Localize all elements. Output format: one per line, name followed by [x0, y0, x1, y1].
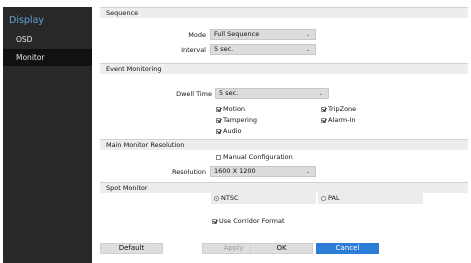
section-event-monitoring: Dwell Time 5 sec. ⌄ Motion TripZone Tamp… [100, 74, 468, 142]
sidebar-item-osd[interactable]: OSD [3, 31, 92, 48]
section-spot-monitor: NTSC PAL Use Corridor Format [100, 193, 468, 243]
ok-button[interactable]: OK [250, 243, 313, 254]
interval-label: Interval [181, 46, 206, 54]
corridor-format-checkbox[interactable]: Use Corridor Format [212, 217, 285, 225]
resolution-label: Resolution [172, 168, 206, 176]
radio-selected-icon [214, 196, 219, 201]
dwell-time-label: Dwell Time [176, 90, 212, 98]
chevron-down-icon: ⌄ [305, 32, 310, 38]
settings-panel: Sequence Mode Full Sequence ⌄ Interval 5… [100, 7, 468, 263]
section-header-main-monitor-resolution: Main Monitor Resolution [100, 139, 468, 150]
mode-select-value: Full Sequence [214, 30, 260, 38]
mode-label: Mode [188, 31, 206, 39]
interval-select[interactable]: 5 sec. ⌄ [210, 44, 316, 55]
corridor-format-label: Use Corridor Format [219, 217, 285, 225]
ntsc-label: NTSC [221, 194, 239, 202]
resolution-select[interactable]: 1600 X 1200 ⌄ [210, 166, 316, 177]
alarm-in-label: Alarm-In [328, 116, 356, 124]
tampering-label: Tampering [223, 116, 258, 124]
sidebar: Display OSD Monitor [3, 7, 92, 263]
section-header-sequence: Sequence [100, 7, 468, 18]
checkbox-checked-icon [216, 128, 221, 134]
radio-unselected-icon [321, 196, 326, 201]
default-button[interactable]: Default [100, 243, 163, 254]
interval-select-value: 5 sec. [214, 45, 234, 53]
section-header-event-monitoring: Event Monitoring [100, 63, 468, 74]
pal-label: PAL [328, 194, 340, 202]
resolution-select-value: 1600 X 1200 [214, 167, 256, 175]
chevron-down-icon: ⌄ [305, 47, 310, 53]
section-main-monitor-resolution: Manual Configuration Resolution 1600 X 1… [100, 150, 468, 186]
checkbox-checked-icon [216, 106, 221, 112]
audio-checkbox[interactable]: Audio [216, 127, 241, 135]
pal-radio[interactable]: PAL [318, 193, 423, 204]
checkbox-checked-icon [321, 106, 326, 112]
checkbox-checked-icon [216, 117, 221, 123]
chevron-down-icon: ⌄ [305, 169, 310, 175]
motion-checkbox[interactable]: Motion [216, 105, 245, 113]
alarm-in-checkbox[interactable]: Alarm-In [321, 116, 356, 124]
dwell-time-select-value: 5 sec. [219, 89, 239, 97]
manual-configuration-label: Manual Configuration [223, 153, 293, 161]
cancel-button[interactable]: Cancel [316, 243, 379, 254]
section-sequence: Mode Full Sequence ⌄ Interval 5 sec. ⌄ [100, 18, 468, 68]
dwell-time-select[interactable]: 5 sec. ⌄ [215, 88, 329, 99]
mode-select[interactable]: Full Sequence ⌄ [210, 29, 316, 40]
checkbox-checked-icon [321, 117, 326, 123]
section-header-spot-monitor: Spot Monitor [100, 182, 468, 193]
motion-label: Motion [223, 105, 246, 113]
sidebar-item-monitor[interactable]: Monitor [3, 49, 92, 66]
manual-configuration-checkbox[interactable]: Manual Configuration [216, 153, 293, 161]
sidebar-title: Display [9, 15, 45, 26]
tripzone-checkbox[interactable]: TripZone [321, 105, 356, 113]
audio-label: Audio [223, 127, 242, 135]
tampering-checkbox[interactable]: Tampering [216, 116, 257, 124]
checkbox-unchecked-icon [216, 154, 221, 160]
ntsc-radio[interactable]: NTSC [211, 193, 316, 204]
tripzone-label: TripZone [328, 105, 357, 113]
checkbox-checked-icon [212, 218, 217, 224]
chevron-down-icon: ⌄ [318, 91, 323, 97]
